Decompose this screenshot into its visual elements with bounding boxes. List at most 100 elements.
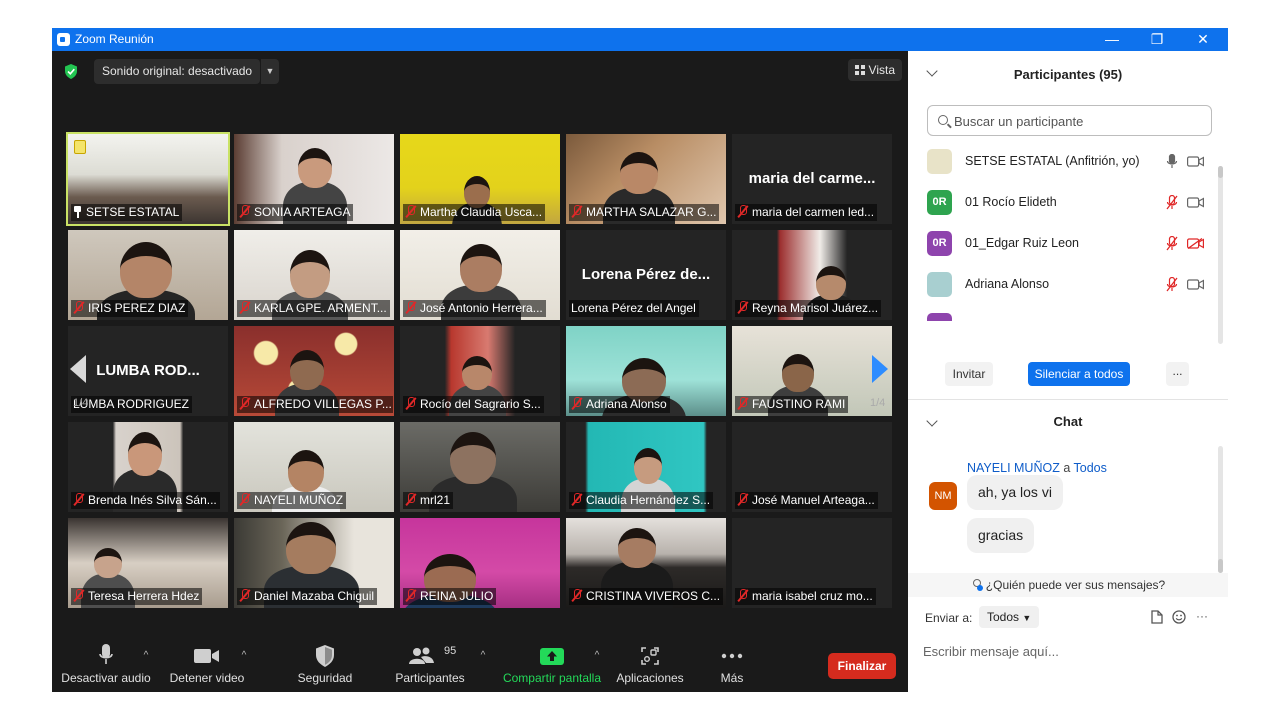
more-button[interactable]: Más [706,617,758,692]
video-tile[interactable]: Claudia Hernández S... [566,422,726,512]
participant-row[interactable]: 0R 01 Rocío Elideth [908,182,1220,223]
apps-button[interactable]: Aplicaciones [610,617,690,692]
muted-mic-icon[interactable] [1166,195,1178,210]
participant-name: Martha Claudia Usca... [420,205,543,219]
page-indicator-left: 1/4 [73,397,89,409]
shield-icon [316,645,334,667]
close-button[interactable]: ✕ [1193,30,1213,48]
muted-mic-icon [405,301,416,314]
participant-name-label: KARLA GPE. ARMENT... [237,300,390,317]
participant-avatar: 0R [927,190,952,215]
video-tile[interactable]: NAYELI MUÑOZ [234,422,394,512]
participant-row[interactable]: SETSE ESTATAL (Anfitrión, yo) [908,141,1220,182]
microphone-icon[interactable] [1166,154,1178,169]
participant-list-scrollbar[interactable] [1218,166,1223,344]
participant-name: CRISTINA VIVEROS C... [586,589,721,603]
participant-name-label: IRIS PEREZ DIAZ [71,300,189,317]
participant-name-label: Daniel Mazaba Chiguil [237,588,378,605]
chat-scrollbar[interactable] [1218,446,1223,573]
participant-row[interactable]: Adriana Alonso [908,264,1220,305]
participant-search[interactable] [927,105,1212,136]
video-tile[interactable]: maria isabel cruz mo... [732,518,892,608]
video-tile[interactable]: maria del carme... maria del carmen led..… [732,134,892,224]
muted-mic-icon [571,589,582,602]
video-tile[interactable]: Daniel Mazaba Chiguil [234,518,394,608]
video-tile[interactable]: FAUSTINO RAMI [732,326,892,416]
video-tile[interactable]: LUMBA ROD... LUMBA RODRIGUEZ [68,326,228,416]
participants-more-button[interactable]: ... [1166,362,1189,386]
video-tile[interactable]: Lorena Pérez de... Lorena Pérez del Angel [566,230,726,320]
video-camera-icon[interactable] [1187,156,1204,167]
video-tile[interactable]: mrl21 [400,422,560,512]
participant-name-label: Adriana Alonso [569,396,670,413]
muted-mic-icon [239,205,250,218]
mute-all-button[interactable]: Silenciar a todos [1028,362,1130,386]
video-tile[interactable]: Reyna Marisol Juárez... [732,230,892,320]
video-off-icon[interactable] [1187,238,1204,249]
restore-button[interactable]: ❐ [1147,30,1167,48]
video-tile[interactable]: José Manuel Arteaga... [732,422,892,512]
original-sound-button[interactable]: Sonido original: desactivado [94,59,260,84]
muted-mic-icon[interactable] [1166,236,1178,251]
video-tile[interactable]: Rocío del Sagrario S... [400,326,560,416]
end-meeting-button[interactable]: Finalizar [828,653,896,679]
video-camera-icon[interactable] [1187,279,1204,290]
video-tile[interactable]: MARTHA SALAZAR G... [566,134,726,224]
minimize-button[interactable]: — [1102,30,1122,48]
participant-face [128,432,162,476]
video-tile[interactable]: REINA JULIO [400,518,560,608]
next-page-arrow[interactable] [872,355,888,383]
chat-more-button[interactable]: ··· [1196,609,1208,623]
muted-mic-icon [737,205,748,218]
send-to-dropdown[interactable]: Todos ▼ [979,606,1040,628]
emoji-icon[interactable] [1172,610,1186,624]
search-icon [938,115,948,125]
muted-mic-icon[interactable] [1166,277,1178,292]
video-options-caret[interactable]: ^ [238,650,250,661]
muted-mic-icon [571,397,582,410]
share-screen-button[interactable]: Compartir pantalla [498,617,606,692]
who-can-see-messages[interactable]: ¿Quién puede ver sus mensajes? [908,573,1228,597]
participants-button[interactable]: 95 Participantes [388,617,472,692]
file-icon[interactable] [1151,610,1163,624]
video-tile[interactable]: SETSE ESTATAL [66,132,230,226]
participant-name: ALFREDO VILLEGAS P... [254,397,392,411]
meeting-toolbar: Desactivar audio ^ Detener video ^ Segur… [52,617,908,692]
previous-page-arrow[interactable] [70,355,86,383]
video-tile[interactable]: IRIS PEREZ DIAZ [68,230,228,320]
participant-face [634,448,662,484]
participant-name: Lorena Pérez del Angel [571,301,696,315]
invite-button[interactable]: Invitar [945,362,993,386]
video-tile[interactable]: KARLA GPE. ARMENT... [234,230,394,320]
video-tile[interactable]: CRISTINA VIVEROS C... [566,518,726,608]
video-tile[interactable]: Brenda Inés Silva Sán... [68,422,228,512]
share-options-caret[interactable]: ^ [591,650,603,661]
chat-title: Chat [1053,414,1083,429]
audio-options-caret[interactable]: ^ [140,650,152,661]
view-button[interactable]: Vista [847,59,902,81]
chat-message-input[interactable] [923,641,1213,661]
grid-icon [854,65,865,75]
video-tile[interactable]: Adriana Alonso [566,326,726,416]
video-camera-icon[interactable] [1187,197,1204,208]
video-tile[interactable]: Martha Claudia Usca... [400,134,560,224]
muted-mic-icon [405,397,416,410]
participants-options-caret[interactable]: ^ [477,650,489,661]
video-tile[interactable]: ALFREDO VILLEGAS P... [234,326,394,416]
setse-logo-icon [74,140,86,154]
participant-name-label: SETSE ESTATAL [71,204,183,221]
muted-mic-icon [239,301,250,314]
participant-search-input[interactable] [954,111,1204,131]
chat-message: ah, ya los vi [967,475,1063,510]
chevron-down-icon[interactable]: ▼ [261,59,279,84]
video-tile[interactable]: SONIA ARTEAGA [234,134,394,224]
mute-audio-button[interactable]: Desactivar audio [60,617,152,692]
video-tile[interactable]: Teresa Herrera Hdez [68,518,228,608]
zoom-window: Zoom Reunión — ❐ ✕ Sonido original: desa… [52,28,1228,692]
participant-row[interactable]: 0R 01_Edgar Ruiz Leon [908,223,1220,264]
security-button[interactable]: Seguridad [288,617,362,692]
participant-face [816,266,846,300]
shield-check-icon[interactable] [64,64,78,79]
video-tile[interactable]: José Antonio Herrera... [400,230,560,320]
participants-icon [408,647,434,664]
